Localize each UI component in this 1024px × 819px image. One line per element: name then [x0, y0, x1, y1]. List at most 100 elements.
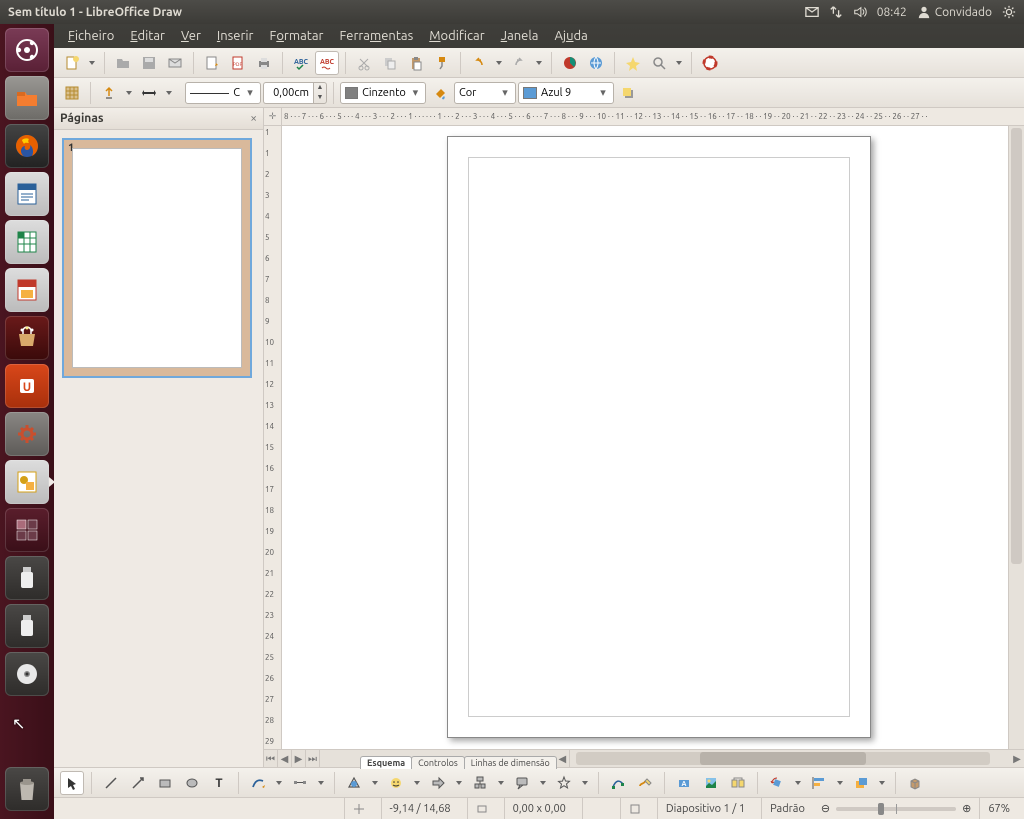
- sound-indicator[interactable]: [853, 5, 867, 19]
- format-paintbrush-button[interactable]: [430, 51, 454, 75]
- fill-color-combo[interactable]: Azul 9 ▾: [518, 82, 614, 104]
- auto-spellcheck-button[interactable]: ABC: [315, 51, 339, 75]
- launcher-files[interactable]: [5, 76, 49, 120]
- tab-nav-first[interactable]: ⏮: [264, 750, 278, 767]
- gallery-button[interactable]: [726, 771, 750, 795]
- curve-dropdown[interactable]: [273, 771, 285, 795]
- hscroll-right[interactable]: ▶: [1010, 750, 1024, 767]
- align-tool[interactable]: [807, 771, 831, 795]
- network-indicator[interactable]: [829, 5, 843, 19]
- layer-tab-linhas[interactable]: Linhas de dimensão: [464, 756, 557, 769]
- launcher-usb-2[interactable]: [5, 604, 49, 648]
- callouts-tool[interactable]: [510, 771, 534, 795]
- launcher-writer[interactable]: [5, 172, 49, 216]
- export-pdf-button[interactable]: PDF: [226, 51, 250, 75]
- connector-dropdown[interactable]: [315, 771, 327, 795]
- zoom-slider[interactable]: [836, 807, 956, 811]
- zoom-in[interactable]: ⊕: [962, 802, 971, 815]
- launcher-workspace[interactable]: [5, 508, 49, 552]
- stars-dropdown[interactable]: [579, 771, 591, 795]
- new-button[interactable]: [60, 51, 84, 75]
- navigator-button[interactable]: [621, 51, 645, 75]
- launcher-draw-active[interactable]: [5, 460, 49, 504]
- points-tool[interactable]: [606, 771, 630, 795]
- redo-dropdown[interactable]: [533, 51, 545, 75]
- stars-tool[interactable]: [552, 771, 576, 795]
- gluepoints-tool[interactable]: [633, 771, 657, 795]
- arrange-tool[interactable]: [849, 771, 873, 795]
- user-menu[interactable]: Convidado: [917, 5, 992, 19]
- menu-modificar[interactable]: Modificar: [421, 26, 492, 46]
- symbol-shapes-tool[interactable]: [384, 771, 408, 795]
- zoom-value[interactable]: 67%: [979, 798, 1018, 819]
- print-button[interactable]: [252, 51, 276, 75]
- system-gear-icon[interactable]: [1002, 5, 1016, 19]
- tab-nav-prev[interactable]: ◀: [278, 750, 292, 767]
- cut-button[interactable]: [352, 51, 376, 75]
- layer-tab-controlos[interactable]: Controlos: [411, 756, 465, 769]
- arrange-dropdown[interactable]: [876, 771, 888, 795]
- zoom-dropdown[interactable]: [673, 51, 685, 75]
- line-width-input[interactable]: [263, 82, 313, 104]
- rectangle-tool[interactable]: [153, 771, 177, 795]
- launcher-usb-1[interactable]: [5, 556, 49, 600]
- hyperlink-button[interactable]: [584, 51, 608, 75]
- pages-panel-close[interactable]: ×: [250, 112, 257, 125]
- menu-inserir[interactable]: Inserir: [209, 26, 262, 46]
- block-arrows-dropdown[interactable]: [453, 771, 465, 795]
- layer-tab-esquema[interactable]: Esquema: [360, 756, 412, 769]
- line-endings-dropdown[interactable]: [163, 81, 175, 105]
- launcher-ubuntu-one[interactable]: U: [5, 364, 49, 408]
- menu-ver[interactable]: Ver: [173, 26, 209, 46]
- new-dropdown[interactable]: [86, 51, 98, 75]
- menu-ferramentas[interactable]: Ferramentas: [331, 26, 421, 46]
- area-fill-button[interactable]: [428, 81, 452, 105]
- select-tool[interactable]: [60, 771, 84, 795]
- spellcheck-button[interactable]: ABC: [289, 51, 313, 75]
- vertical-ruler[interactable]: 1123456789101112131415161718192021222324…: [264, 126, 282, 749]
- clock[interactable]: 08:42: [877, 6, 907, 19]
- undo-dropdown[interactable]: [493, 51, 505, 75]
- page-thumb-1[interactable]: 1: [62, 138, 252, 378]
- line-endings-button[interactable]: [137, 81, 161, 105]
- redo-button[interactable]: [507, 51, 531, 75]
- text-tool[interactable]: T: [207, 771, 231, 795]
- help-button[interactable]: [698, 51, 722, 75]
- status-signature[interactable]: [620, 798, 649, 819]
- copy-button[interactable]: [378, 51, 402, 75]
- drawing-canvas[interactable]: [282, 126, 1008, 749]
- shadow-button[interactable]: [616, 81, 640, 105]
- undo-button[interactable]: [467, 51, 491, 75]
- zoom-out[interactable]: ⊖: [821, 802, 830, 815]
- save-button[interactable]: [137, 51, 161, 75]
- show-grid-button[interactable]: [60, 81, 84, 105]
- flowchart-tool[interactable]: [468, 771, 492, 795]
- launcher-impress[interactable]: [5, 268, 49, 312]
- basic-shapes-tool[interactable]: [342, 771, 366, 795]
- line-tool[interactable]: [99, 771, 123, 795]
- chart-button[interactable]: [558, 51, 582, 75]
- edit-file-button[interactable]: [200, 51, 224, 75]
- menu-ajuda[interactable]: Ajuda: [546, 26, 595, 46]
- line-width-spinner[interactable]: ▲▼: [263, 82, 327, 104]
- fontwork-tool[interactable]: A: [672, 771, 696, 795]
- launcher-software-center[interactable]: [5, 316, 49, 360]
- menu-editar[interactable]: Editar: [122, 26, 173, 46]
- rotate-tool[interactable]: [765, 771, 789, 795]
- menu-janela[interactable]: Janela: [493, 26, 547, 46]
- rotate-dropdown[interactable]: [792, 771, 804, 795]
- connector-tool[interactable]: [288, 771, 312, 795]
- vertical-scrollbar[interactable]: [1008, 126, 1024, 749]
- tab-nav-next[interactable]: ▶: [292, 750, 306, 767]
- status-style[interactable]: Padrão: [761, 798, 813, 819]
- line-style-combo[interactable]: C ▾: [185, 82, 261, 104]
- curve-tool[interactable]: [246, 771, 270, 795]
- basic-shapes-dropdown[interactable]: [369, 771, 381, 795]
- launcher-trash[interactable]: [5, 767, 49, 811]
- horizontal-ruler[interactable]: ✛ 8 · · · 7 · · · 6 · · · 5 · · · 4 · · …: [264, 108, 1024, 126]
- flowchart-dropdown[interactable]: [495, 771, 507, 795]
- hscroll-left[interactable]: ◀: [556, 750, 570, 767]
- launcher-disc[interactable]: [5, 652, 49, 696]
- tab-nav-last[interactable]: ⏭: [306, 750, 320, 767]
- mail-indicator[interactable]: [805, 5, 819, 19]
